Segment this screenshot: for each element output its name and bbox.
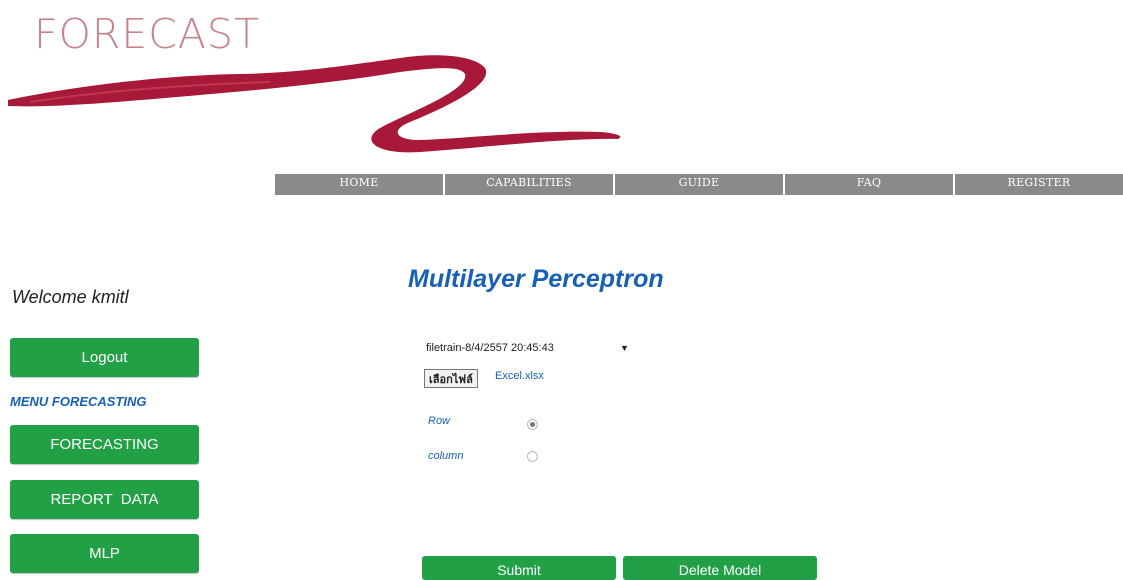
- page-title: Multilayer Perceptron: [408, 265, 664, 293]
- column-radio[interactable]: [527, 451, 538, 462]
- nav-guide[interactable]: GUIDE: [615, 174, 785, 195]
- mlp-button[interactable]: MLP: [10, 534, 199, 573]
- row-radio[interactable]: [527, 419, 538, 430]
- logout-button[interactable]: Logout: [10, 338, 199, 377]
- model-file-select-value: filetrain-8/4/2557 20:45:43: [426, 342, 554, 354]
- choose-file-button[interactable]: เลือกไฟล์: [424, 369, 478, 388]
- nav-home[interactable]: HOME: [275, 174, 445, 195]
- chevron-down-icon: ▼: [620, 343, 629, 353]
- nav-capabilities[interactable]: CAPABILITIES: [445, 174, 615, 195]
- row-option-label: Row: [428, 415, 451, 427]
- welcome-text: Welcome kmitl: [12, 287, 129, 307]
- forecasting-button[interactable]: FORECASTING: [10, 425, 199, 464]
- model-file-select[interactable]: filetrain-8/4/2557 20:45:43 ▼: [422, 338, 640, 358]
- submit-button[interactable]: Submit: [422, 556, 616, 580]
- delete-model-button[interactable]: Delete Model: [623, 556, 817, 580]
- logo-swoosh: [8, 55, 621, 153]
- column-option-label: column: [428, 450, 464, 462]
- top-nav: HOME CAPABILITIES GUIDE FAQ REGISTER: [275, 174, 1123, 195]
- menu-title: MENU FORECASTING: [10, 394, 147, 409]
- nav-faq[interactable]: FAQ: [785, 174, 955, 195]
- selected-file-name: Excel.xlsx: [495, 370, 544, 382]
- nav-register[interactable]: REGISTER: [955, 174, 1123, 195]
- report-data-button[interactable]: REPORT DATA: [10, 480, 199, 519]
